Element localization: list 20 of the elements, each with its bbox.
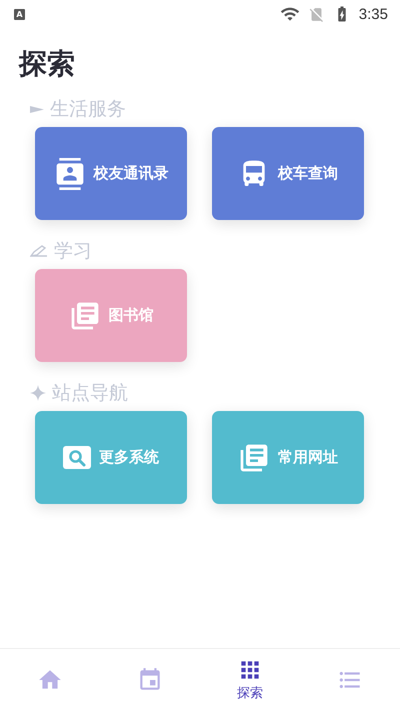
sparkle-icon [30,385,46,401]
section-header: 站点导航 [52,381,128,406]
search-icon [63,446,91,470]
page-title: 探索 [19,46,76,82]
books-icon [238,442,270,474]
service-tile[interactable]: 更多系统 [35,411,187,504]
nav-tab[interactable]: 探索 [200,649,300,710]
no-sim-icon [308,6,325,22]
notification-icon: A [14,8,25,20]
pen-icon [30,245,48,257]
service-tile[interactable]: 校车查询 [212,127,364,220]
calendar-icon [137,666,163,692]
section-header: 生活服务 [50,97,126,122]
section-header: 学习 [54,239,92,264]
clock: 3:35 [358,6,388,22]
service-tile[interactable]: 校友通讯录 [35,127,187,220]
service-tile[interactable]: 常用网址 [212,411,364,504]
contact-card-icon [54,158,86,190]
books-icon [68,300,100,332]
pointer-icon [30,104,44,114]
